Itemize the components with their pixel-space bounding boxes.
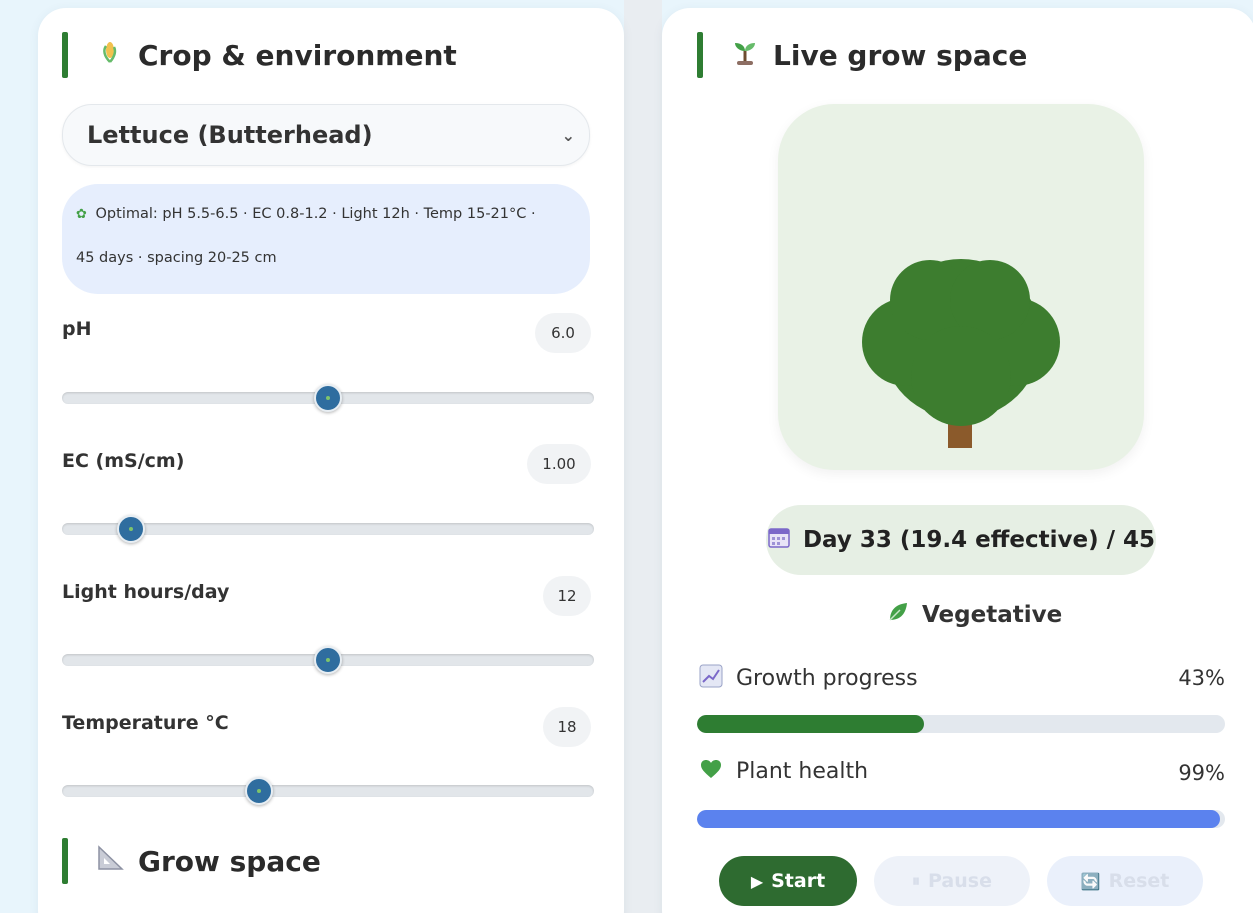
grow-space-title: Grow space: [138, 844, 321, 878]
reset-icon: 🔄: [1080, 871, 1101, 891]
ph-slider-thumb[interactable]: [314, 384, 342, 412]
crop-environment-title: Crop & environment: [138, 38, 457, 72]
tree-icon: [862, 259, 1060, 448]
light-hours-slider[interactable]: [62, 646, 594, 674]
optimal-info-box: ✿ Optimal: pH 5.5-6.5 · EC 0.8-1.2 · Lig…: [62, 184, 590, 294]
grow-space-heading: Grow space: [62, 838, 321, 884]
plant-health-text: Plant health: [736, 759, 869, 784]
crop-icon: [96, 40, 124, 70]
pause-button[interactable]: ⏸ Pause: [874, 856, 1030, 906]
plant-health-label: Plant health: [698, 759, 868, 784]
plant-health-value: 99%: [1178, 761, 1225, 785]
temperature-slider-thumb[interactable]: [244, 777, 273, 805]
ec-label: EC (mS/cm): [62, 450, 185, 472]
temperature-value: 18: [543, 707, 591, 747]
temperature-slider[interactable]: [62, 777, 594, 805]
ec-value: 1.00: [527, 444, 591, 484]
pause-button-label: Pause: [928, 870, 992, 892]
light-hours-label: Light hours/day: [62, 581, 230, 603]
light-hours-value: 12: [543, 576, 591, 616]
growth-stage: Vegetative: [886, 600, 1062, 630]
ec-slider[interactable]: [62, 515, 594, 543]
sprout-icon: ✿: [76, 207, 87, 222]
temperature-label: Temperature °C: [62, 712, 229, 734]
optimal-line-1: Optimal: pH 5.5-6.5 · EC 0.8-1.2 · Light…: [95, 206, 536, 222]
leaf-icon: [886, 600, 910, 630]
crop-select[interactable]: Lettuce (Butterhead) ⌄: [62, 104, 590, 166]
start-button[interactable]: ▶ Start: [719, 856, 857, 906]
play-icon: ▶: [750, 871, 764, 891]
plant-health-bar: [697, 810, 1225, 828]
plant-health-fill: [697, 810, 1220, 828]
heading-accent-bar: [62, 32, 68, 78]
heading-accent-bar: [62, 838, 68, 884]
pause-icon: ⏸: [912, 871, 921, 890]
growth-progress-bar: [697, 715, 1225, 733]
live-grow-space-title: Live grow space: [773, 38, 1028, 72]
live-grow-space-heading: Live grow space: [697, 32, 1027, 78]
day-counter-text: Day 33 (19.4 effective) / 45: [802, 527, 1156, 553]
ph-value: 6.0: [535, 313, 591, 353]
growth-progress-label: Growth progress: [698, 664, 918, 693]
reset-button-label: Reset: [1108, 870, 1170, 892]
day-counter: Day 33 (19.4 effective) / 45: [766, 505, 1156, 575]
chevron-down-icon: ⌄: [561, 125, 575, 145]
crop-environment-heading: Crop & environment: [62, 32, 457, 78]
optimal-line-1-row: ✿ Optimal: pH 5.5-6.5 · EC 0.8-1.2 · Lig…: [76, 204, 576, 224]
ph-slider[interactable]: [62, 384, 594, 412]
ec-slider-thumb[interactable]: [117, 515, 146, 543]
start-button-label: Start: [771, 870, 826, 892]
plant-visual: [778, 104, 1144, 470]
calendar-icon: [767, 525, 791, 555]
seedling-icon: [731, 39, 759, 71]
ph-label: pH: [62, 318, 92, 340]
growth-progress-fill: [697, 715, 925, 733]
chart-increasing-icon: [698, 664, 724, 693]
reset-button[interactable]: 🔄 Reset: [1047, 856, 1203, 906]
growth-progress-value: 43%: [1178, 666, 1225, 690]
light-hours-slider-thumb[interactable]: [314, 646, 342, 674]
crop-select-value: Lettuce (Butterhead): [87, 121, 373, 149]
green-heart-icon: [698, 759, 724, 784]
optimal-line-2: 45 days · spacing 20-25 cm: [76, 250, 277, 266]
growth-progress-text: Growth progress: [736, 666, 918, 691]
heading-accent-bar: [697, 32, 703, 78]
panel-gap: [624, 0, 662, 913]
growth-stage-text: Vegetative: [922, 602, 1063, 628]
triangle-ruler-icon: [96, 845, 124, 877]
